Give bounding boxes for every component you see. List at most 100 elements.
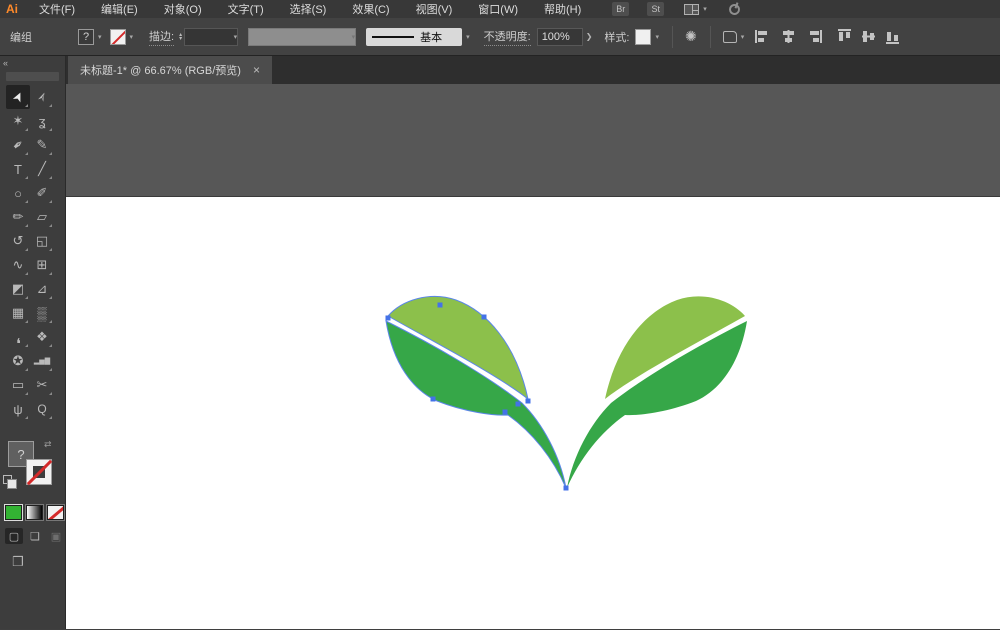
slice-tool-icon: ✂ (37, 377, 48, 393)
graphic-style-swatch[interactable] (635, 29, 651, 45)
column-graph-tool[interactable]: ▂▅▇ (30, 349, 54, 373)
recolor-artwork-icon[interactable]: ✺ (685, 28, 697, 45)
eraser-tool[interactable]: ▱ (30, 205, 54, 229)
canvas-pasteboard[interactable] (66, 84, 1000, 629)
opacity-label[interactable]: 不透明度: (484, 28, 531, 46)
magic-wand-tool[interactable]: ✶ (6, 109, 30, 133)
panel-drag-handle[interactable] (6, 72, 59, 81)
artboard[interactable] (66, 196, 1000, 629)
workspace-switcher-icon[interactable] (684, 4, 699, 15)
anchor-point[interactable] (516, 402, 521, 407)
document-tab[interactable]: 未标题-1* @ 66.67% (RGB/预览) × (68, 56, 272, 84)
align-center-vertical-icon[interactable] (862, 29, 875, 44)
chevron-down-icon[interactable]: ▾ (466, 33, 470, 41)
anchor-point[interactable] (482, 315, 487, 320)
free-transform-tool-icon: ⊞ (37, 257, 48, 273)
anchor-point[interactable] (503, 410, 508, 415)
menu-select[interactable]: 选择(S) (277, 1, 340, 17)
menu-edit[interactable]: 编辑(E) (88, 1, 151, 17)
chevron-down-icon[interactable]: ▾ (98, 33, 102, 41)
align-to-icon[interactable] (723, 31, 737, 43)
none-diagonal (27, 460, 52, 485)
curvature-tool[interactable]: ✎ (30, 133, 54, 157)
stroke-weight-stepper[interactable]: ▴▾ (179, 33, 182, 41)
type-tool[interactable]: T (6, 157, 30, 181)
menu-type[interactable]: 文字(T) (215, 1, 277, 17)
menu-effect[interactable]: 效果(C) (339, 1, 402, 17)
artboard-tool[interactable]: ▭ (6, 373, 30, 397)
width-profile-preview[interactable]: 基本 (366, 28, 462, 46)
opacity-input[interactable]: 100% (537, 28, 583, 46)
menu-help[interactable]: 帮助(H) (531, 1, 594, 17)
menu-object[interactable]: 对象(O) (151, 1, 215, 17)
selection-tool[interactable]: ➤ (6, 85, 30, 109)
anchor-point[interactable] (431, 397, 436, 402)
anchor-point[interactable] (438, 303, 443, 308)
menu-view[interactable]: 视图(V) (403, 1, 466, 17)
direct-selection-tool[interactable]: ➣ (30, 85, 54, 109)
stroke-line-preview (372, 36, 414, 38)
align-bottom-icon[interactable] (886, 29, 899, 44)
align-right-icon[interactable] (807, 30, 822, 43)
stroke-weight-dropdown[interactable]: ▾ (184, 28, 238, 46)
stock-button[interactable]: St (647, 2, 664, 16)
anchor-point[interactable] (564, 486, 569, 491)
ellipse-tool[interactable]: ○ (6, 181, 30, 205)
chevron-down-icon[interactable]: ▾ (655, 33, 659, 41)
leaf-artwork-right[interactable] (567, 296, 747, 488)
stroke-color-swatch[interactable] (110, 29, 126, 45)
draw-normal-icon[interactable]: ▢ (5, 528, 23, 544)
none-button[interactable] (47, 505, 64, 520)
separator (710, 26, 711, 48)
collapse-panel-icon[interactable]: « (0, 56, 65, 70)
column-graph-tool-icon: ▂▅▇ (34, 357, 50, 365)
align-left-icon[interactable] (755, 30, 770, 43)
shaper-tool-icon: ✏ (13, 209, 24, 225)
chevron-down-icon[interactable]: ▾ (703, 5, 707, 13)
chevron-down-icon[interactable]: ▾ (130, 33, 134, 41)
menu-window[interactable]: 窗口(W) (465, 1, 531, 17)
default-fill-stroke-icon[interactable] (3, 475, 12, 484)
free-transform-tool[interactable]: ⊞ (30, 253, 54, 277)
perspective-grid-tool[interactable]: ⊿ (30, 277, 54, 301)
leaf-artwork-left[interactable] (386, 296, 566, 488)
color-button[interactable] (5, 505, 22, 520)
lasso-tool[interactable]: ʓ (30, 109, 54, 133)
menu-file[interactable]: 文件(F) (26, 1, 88, 17)
shape-builder-tool[interactable]: ◩ (6, 277, 30, 301)
zoom-tool[interactable]: Q (30, 397, 54, 421)
chevron-down-icon[interactable]: ▾ (741, 33, 745, 41)
paintbrush-tool[interactable]: ✐ (30, 181, 54, 205)
line-segment-tool[interactable]: ╱ (30, 157, 54, 181)
swap-fill-stroke-icon[interactable]: ⇄ (44, 439, 52, 450)
width-tool[interactable]: ∿ (6, 253, 30, 277)
blend-tool[interactable]: ❖ (30, 325, 54, 349)
align-center-horizontal-icon[interactable] (781, 30, 796, 43)
shape-builder-tool-icon: ◩ (12, 281, 24, 297)
mesh-tool[interactable]: ▦ (6, 301, 30, 325)
anchor-point[interactable] (526, 399, 531, 404)
gradient-tool[interactable]: ▒ (30, 301, 54, 325)
opacity-flyout-icon[interactable]: ❯ (586, 32, 593, 41)
rotate-tool[interactable]: ↺ (6, 229, 30, 253)
symbol-sprayer-tool[interactable]: ✪ (6, 349, 30, 373)
draw-behind-icon[interactable]: ❏ (26, 528, 44, 544)
fill-color-swatch[interactable]: ? (78, 29, 94, 45)
gradient-button[interactable] (26, 505, 43, 520)
screen-mode-icon[interactable]: ❒ (12, 554, 65, 570)
align-top-icon[interactable] (838, 29, 851, 44)
stroke-weight-label[interactable]: 描边: (149, 28, 174, 46)
gpu-performance-icon[interactable] (727, 2, 741, 16)
bridge-button[interactable]: Br (612, 2, 629, 16)
hand-tool[interactable]: ψ (6, 397, 30, 421)
slice-tool[interactable]: ✂ (30, 373, 54, 397)
close-icon[interactable]: × (253, 63, 260, 77)
shaper-tool[interactable]: ✏ (6, 205, 30, 229)
pen-tool[interactable]: ✒ (6, 133, 30, 157)
eraser-tool-icon: ▱ (37, 209, 47, 225)
symbol-sprayer-tool-icon: ✪ (13, 353, 24, 369)
stroke-indicator[interactable] (26, 459, 52, 485)
anchor-point[interactable] (386, 316, 391, 321)
eyedropper-tool[interactable]: ❜ (6, 325, 30, 349)
scale-tool[interactable]: ◱ (30, 229, 54, 253)
